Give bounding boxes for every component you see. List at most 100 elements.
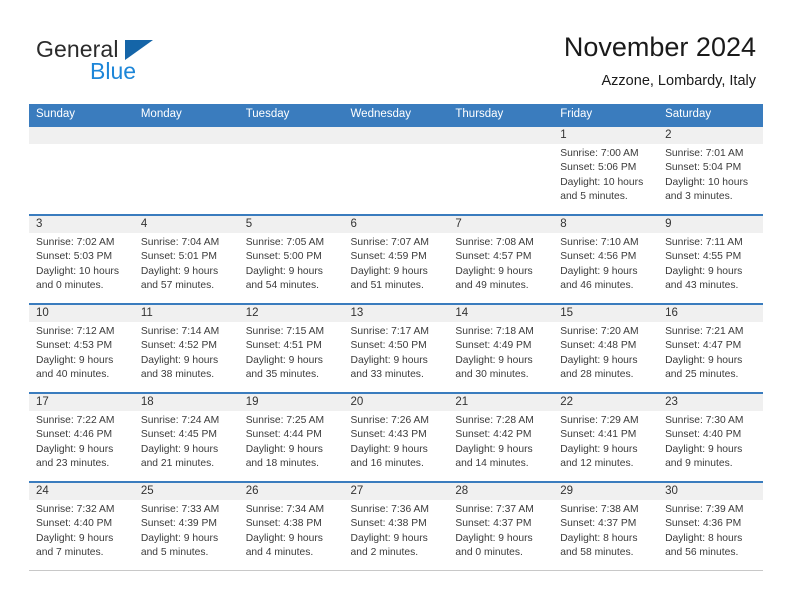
day-details: Sunrise: 7:25 AM Sunset: 4:44 PM Daylight:…	[239, 411, 344, 471]
calendar-day-cell[interactable]: 6 Sunrise: 7:07 AM Sunset: 4:59 PM Daylight…	[343, 214, 449, 303]
calendar-day-cell[interactable]: 4 Sunrise: 7:04 AM Sunset: 5:01 PM Daylight…	[133, 214, 239, 303]
sunset-text: Sunset: 4:36 PM	[665, 518, 742, 530]
calendar-day-cell[interactable]: 11 Sunrise: 7:14 AM Sunset: 4:52 PM Dayligh…	[133, 303, 239, 392]
day-number: 2	[665, 129, 672, 141]
daylight-text-cont: and 57 minutes.	[140, 279, 215, 291]
day-number-band: 2	[658, 127, 763, 144]
calendar-day-cell[interactable]: 7 Sunrise: 7:08 AM Sunset: 4:57 PM Daylight…	[448, 214, 554, 303]
day-number: 20	[350, 396, 364, 408]
day-number-band: 18	[133, 394, 239, 411]
calendar-day-cell[interactable]: 13 Sunrise: 7:17 AM Sunset: 4:50 PM Dayligh…	[343, 303, 449, 392]
calendar-day-cell[interactable]: 25 Sunrise: 7:33 AM Sunset: 4:39 PM Dayligh…	[133, 481, 239, 570]
day-number-band	[343, 127, 449, 144]
day-number-band: 3	[29, 216, 134, 233]
day-number-band: 11	[133, 305, 239, 322]
calendar-day-cell[interactable]: 20 Sunrise: 7:26 AM Sunset: 4:43 PM Dayligh…	[343, 392, 449, 481]
day-number-band	[238, 127, 344, 144]
calendar-day-cell[interactable]: 29 Sunrise: 7:38 AM Sunset: 4:37 PM Dayligh…	[553, 481, 659, 570]
daylight-text: Daylight: 9 hours	[665, 443, 743, 455]
daylight-text-cont: and 23 minutes.	[36, 457, 110, 469]
page-header: General Blue November 2024 Azzone, Lomba…	[0, 0, 792, 104]
daylight-text-cont: and 0 minutes.	[455, 546, 523, 558]
day-details: Sunrise: 7:02 AM Sunset: 5:03 PM Daylight:…	[29, 233, 134, 293]
calendar-day-cell[interactable]: 16 Sunrise: 7:21 AM Sunset: 4:47 PM Dayligh…	[658, 303, 763, 392]
daylight-text-cont: and 51 minutes.	[350, 279, 424, 291]
calendar-day-cell[interactable]: 10 Sunrise: 7:12 AM Sunset: 4:53 PM Dayligh…	[29, 303, 134, 392]
sunset-text: Sunset: 4:48 PM	[560, 340, 637, 352]
sunrise-text: Sunrise: 7:15 AM	[245, 326, 325, 337]
daylight-text-cont: and 21 minutes.	[140, 457, 215, 469]
daylight-text-cont: and 25 minutes.	[665, 368, 739, 380]
calendar-day-cell[interactable]: 14 Sunrise: 7:18 AM Sunset: 4:49 PM Dayligh…	[448, 303, 554, 392]
day-number-band: 15	[553, 305, 659, 322]
day-number-band: 25	[133, 483, 239, 500]
daylight-text: Daylight: 8 hours	[665, 532, 743, 544]
sunrise-text: Sunrise: 7:11 AM	[665, 237, 743, 248]
sunset-text: Sunset: 4:53 PM	[36, 340, 113, 352]
day-number-band: 13	[343, 305, 449, 322]
calendar-day-cell[interactable]: 24 Sunrise: 7:32 AM Sunset: 4:40 PM Dayligh…	[29, 481, 134, 570]
day-number: 22	[560, 396, 574, 408]
day-number-band	[133, 127, 239, 144]
daylight-text: Daylight: 10 hours	[560, 176, 644, 188]
day-number-band: 14	[448, 305, 554, 322]
sunrise-text: Sunrise: 7:17 AM	[350, 326, 429, 337]
calendar-day-cell[interactable]: 19 Sunrise: 7:25 AM Sunset: 4:44 PM Dayligh…	[238, 392, 344, 481]
calendar-day-cell[interactable]: 26 Sunrise: 7:34 AM Sunset: 4:38 PM Dayligh…	[238, 481, 344, 570]
calendar-day-cell[interactable]: 1 Sunrise: 7:00 AM Sunset: 5:06 PM Daylight…	[553, 125, 659, 214]
sunrise-text: Sunrise: 7:24 AM	[140, 415, 220, 426]
calendar-day-cell[interactable]: 5 Sunrise: 7:05 AM Sunset: 5:00 PM Daylight…	[238, 214, 344, 303]
daylight-text-cont: and 16 minutes.	[350, 457, 424, 469]
sunrise-text: Sunrise: 7:02 AM	[36, 237, 115, 248]
sunset-text: Sunset: 4:41 PM	[560, 429, 637, 441]
daylight-text-cont: and 18 minutes.	[245, 457, 319, 469]
calendar-day-cell[interactable]: 23 Sunrise: 7:30 AM Sunset: 4:40 PM Dayligh…	[658, 392, 763, 481]
sunset-text: Sunset: 4:37 PM	[560, 518, 637, 530]
sunset-text: Sunset: 4:40 PM	[665, 429, 742, 441]
day-number: 13	[350, 307, 364, 319]
daylight-text-cont: and 5 minutes.	[140, 546, 209, 558]
daylight-text: Daylight: 9 hours	[665, 265, 743, 277]
sunrise-text: Sunrise: 7:01 AM	[665, 148, 744, 159]
sunrise-text: Sunrise: 7:32 AM	[36, 504, 115, 515]
day-number: 12	[245, 307, 259, 319]
daylight-text: Daylight: 10 hours	[665, 176, 749, 188]
calendar-day-cell[interactable]: 28 Sunrise: 7:37 AM Sunset: 4:37 PM Dayligh…	[448, 481, 554, 570]
daylight-text-cont: and 12 minutes.	[560, 457, 634, 469]
calendar-day-cell[interactable]: 18 Sunrise: 7:24 AM Sunset: 4:45 PM Dayligh…	[133, 392, 239, 481]
calendar-day-cell[interactable]: 3 Sunrise: 7:02 AM Sunset: 5:03 PM Daylight…	[29, 214, 134, 303]
calendar-day-cell[interactable]: 27 Sunrise: 7:36 AM Sunset: 4:38 PM Dayligh…	[343, 481, 449, 570]
calendar-day-cell[interactable]: 15 Sunrise: 7:20 AM Sunset: 4:48 PM Dayligh…	[553, 303, 659, 392]
sunset-text: Sunset: 4:51 PM	[245, 340, 322, 352]
weekday-header-thursday: Thursday	[448, 104, 554, 125]
calendar-day-cell[interactable]: 21 Sunrise: 7:28 AM Sunset: 4:42 PM Dayligh…	[448, 392, 554, 481]
calendar-day-cell[interactable]: 8 Sunrise: 7:10 AM Sunset: 4:56 PM Daylight…	[553, 214, 659, 303]
day-details: Sunrise: 7:15 AM Sunset: 4:51 PM Daylight:…	[239, 322, 344, 382]
daylight-text: Daylight: 9 hours	[350, 354, 428, 366]
calendar-day-cell[interactable]: 12 Sunrise: 7:15 AM Sunset: 4:51 PM Dayligh…	[238, 303, 344, 392]
daylight-text-cont: and 7 minutes.	[36, 546, 104, 558]
day-number-band: 10	[29, 305, 134, 322]
daylight-text: Daylight: 9 hours	[140, 354, 219, 366]
day-number-band: 4	[133, 216, 239, 233]
sunrise-text: Sunrise: 7:33 AM	[140, 504, 220, 515]
day-number-band: 19	[238, 394, 344, 411]
day-details: Sunrise: 7:05 AM Sunset: 5:00 PM Daylight:…	[239, 233, 344, 293]
day-number-band: 16	[658, 305, 763, 322]
daylight-text: Daylight: 9 hours	[140, 265, 219, 277]
day-number: 8	[560, 218, 567, 230]
weekday-label: Wednesday	[350, 108, 412, 120]
day-number: 25	[140, 485, 154, 497]
calendar-day-cell[interactable]: 17 Sunrise: 7:22 AM Sunset: 4:46 PM Dayligh…	[29, 392, 134, 481]
day-number-band: 22	[553, 394, 659, 411]
calendar-day-cell[interactable]: 30 Sunrise: 7:39 AM Sunset: 4:36 PM Dayligh…	[658, 481, 763, 570]
calendar-day-cell[interactable]: 22 Sunrise: 7:29 AM Sunset: 4:41 PM Dayligh…	[553, 392, 659, 481]
brand-logo[interactable]: General Blue	[36, 36, 276, 92]
triangle-flag-icon	[125, 40, 153, 60]
sunset-text: Sunset: 5:01 PM	[140, 251, 217, 263]
calendar-day-cell[interactable]: 2 Sunrise: 7:01 AM Sunset: 5:04 PM Daylight…	[658, 125, 763, 214]
calendar-day-cell[interactable]: 9 Sunrise: 7:11 AM Sunset: 4:55 PM Daylight…	[658, 214, 763, 303]
sunrise-text: Sunrise: 7:28 AM	[455, 415, 534, 426]
sunset-text: Sunset: 4:45 PM	[140, 429, 217, 441]
daylight-text-cont: and 33 minutes.	[350, 368, 424, 380]
